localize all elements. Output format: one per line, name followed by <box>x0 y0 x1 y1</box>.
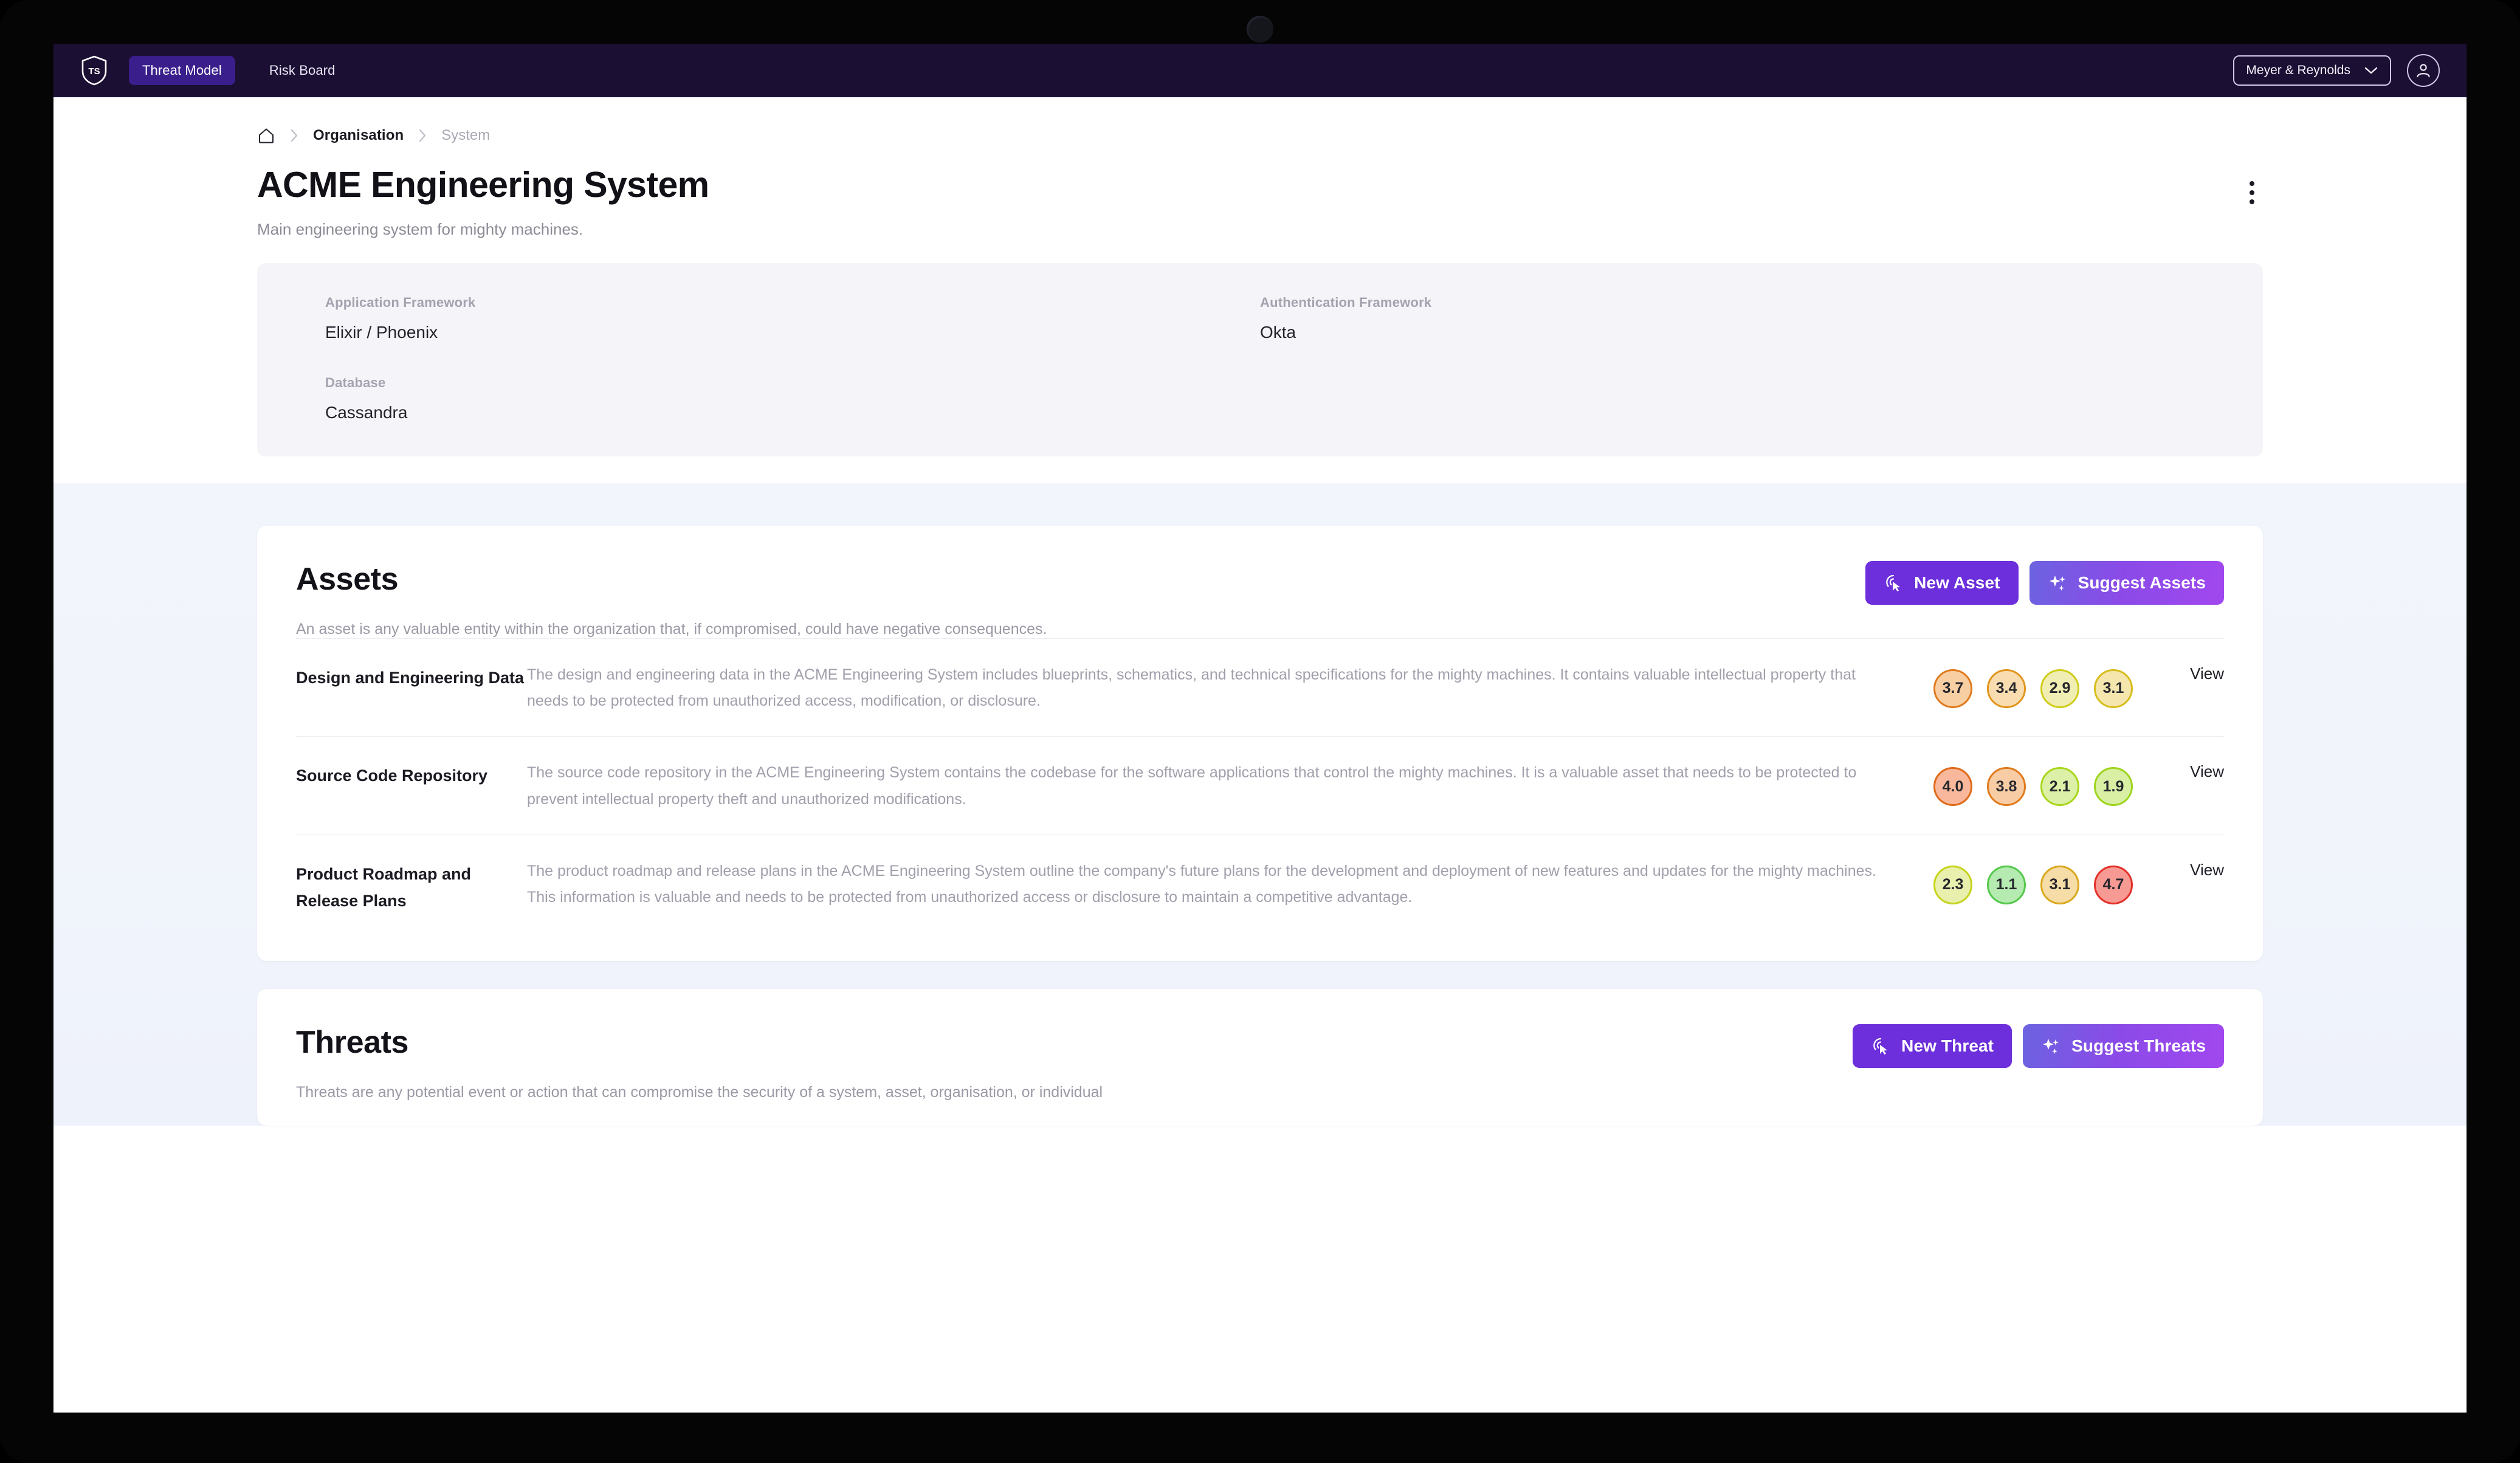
home-icon[interactable] <box>257 126 275 145</box>
breadcrumb-item-system[interactable]: System <box>441 127 490 144</box>
page-subtitle: Main engineering system for mighty machi… <box>257 219 584 238</box>
click-cursor-icon <box>1873 1038 1888 1055</box>
org-switcher-label: Meyer & Reynolds <box>2246 63 2350 77</box>
suggest-threats-button[interactable]: Suggest Threats <box>2023 1024 2224 1069</box>
asset-name: Product Roadmap and Release Plans <box>296 864 472 911</box>
navbar-right-group: Meyer & Reynolds <box>2233 54 2440 87</box>
status-badge: 3.7 <box>1933 669 1972 708</box>
title-group: ACME Engineering System Main engineering… <box>257 165 709 239</box>
metadata-label: Authentication Framework <box>1260 294 1432 310</box>
more-vertical-icon-dot <box>2250 190 2254 195</box>
title-row: ACME Engineering System Main engineering… <box>257 165 2263 239</box>
asset-score-group: 3.7 3.4 2.9 3.1 <box>1933 662 2133 708</box>
new-threat-label: New Threat <box>1901 1036 1994 1056</box>
chevron-right-icon <box>291 129 298 142</box>
system-metadata-panel: Application Framework Elixir / Phoenix A… <box>257 263 2263 456</box>
view-link[interactable]: View <box>2133 858 2224 880</box>
metadata-value: Okta <box>1260 322 1296 342</box>
asset-score-group: 4.0 3.8 2.1 1.9 <box>1933 760 2133 807</box>
view-link[interactable]: View <box>2133 662 2224 683</box>
sparkles-icon <box>2049 575 2065 591</box>
assets-section-header: Assets New Asset Suggest Assets <box>296 560 2224 605</box>
page-title: ACME Engineering System <box>257 165 709 205</box>
metadata-field-application-framework: Application Framework Elixir / Phoenix <box>325 295 1260 342</box>
top-navbar: TS Threat Model Risk Board Meyer & Reyno… <box>53 44 2467 97</box>
more-vertical-icon-dot <box>2250 181 2254 186</box>
assets-description: An asset is any valuable entity within t… <box>296 620 1047 638</box>
breadcrumb-item-organisation[interactable]: Organisation <box>313 127 404 144</box>
threats-card: Threats New Threat Suggest Threats Threa… <box>257 989 2263 1126</box>
assets-heading-group: Assets <box>296 561 399 597</box>
system-header-block: Organisation System ACME Engineering Sys… <box>53 97 2467 483</box>
app-logo[interactable]: TS <box>80 55 108 86</box>
new-asset-button[interactable]: New Asset <box>1865 560 2019 605</box>
status-badge: 3.1 <box>2094 669 2133 708</box>
status-badge: 2.9 <box>2040 669 2079 708</box>
status-badge: 3.1 <box>2040 865 2079 904</box>
browser-viewport: TS Threat Model Risk Board Meyer & Reyno… <box>53 44 2467 1413</box>
suggest-threats-label: Suggest Threats <box>2071 1036 2206 1056</box>
view-link[interactable]: View <box>2133 760 2224 781</box>
table-row[interactable]: Source Code Repository The source code r… <box>296 736 2224 835</box>
metadata-label: Database <box>325 374 386 390</box>
page-body: Assets New Asset Suggest Assets An asset… <box>53 483 2467 1126</box>
suggest-assets-label: Suggest Assets <box>2078 573 2206 592</box>
more-options-button[interactable] <box>2241 175 2263 210</box>
asset-name: Source Code Repository <box>296 766 488 785</box>
table-row[interactable]: Design and Engineering Data The design a… <box>296 638 2224 737</box>
status-badge: 2.1 <box>2040 767 2079 807</box>
chevron-down-icon <box>2364 67 2378 74</box>
assets-actions: New Asset Suggest Assets <box>1865 560 2224 605</box>
asset-score-group: 2.3 1.1 3.1 4.7 <box>1933 858 2133 904</box>
status-badge: 3.4 <box>1987 669 2026 708</box>
threats-actions: New Threat Suggest Threats <box>1853 1024 2224 1069</box>
shield-icon: TS <box>81 55 107 86</box>
metadata-field-database: Database Cassandra <box>325 375 1260 422</box>
threats-title: Threats <box>296 1025 409 1061</box>
user-avatar-icon <box>2417 64 2430 78</box>
assets-title: Assets <box>296 561 399 597</box>
more-vertical-icon-dot <box>2250 199 2254 204</box>
page-scroll-area[interactable]: Organisation System ACME Engineering Sys… <box>53 97 2467 1413</box>
metadata-field-authentication-framework: Authentication Framework Okta <box>1260 295 2195 342</box>
sparkles-icon <box>2043 1039 2059 1055</box>
new-asset-label: New Asset <box>1914 573 2000 592</box>
metadata-label: Application Framework <box>325 294 476 310</box>
suggest-assets-button[interactable]: Suggest Assets <box>2029 560 2224 605</box>
assets-card: Assets New Asset Suggest Assets An asset… <box>257 525 2263 962</box>
asset-description: The design and engineering data in the A… <box>527 666 1856 710</box>
status-badge: 1.1 <box>1987 865 2026 904</box>
status-badge: 1.9 <box>2094 767 2133 807</box>
org-switcher-dropdown[interactable]: Meyer & Reynolds <box>2233 55 2391 86</box>
click-cursor-icon <box>1886 574 1901 591</box>
chevron-right-icon <box>419 129 426 142</box>
tab-risk-board[interactable]: Risk Board <box>256 56 349 85</box>
threats-section-header: Threats New Threat Suggest Threats <box>296 1024 2224 1069</box>
status-badge: 4.7 <box>2094 865 2133 904</box>
status-badge: 3.8 <box>1987 767 2026 807</box>
user-avatar-button[interactable] <box>2407 54 2440 87</box>
asset-description: The product roadmap and release plans in… <box>527 862 1876 906</box>
tab-threat-model[interactable]: Threat Model <box>129 56 235 85</box>
metadata-value: Cassandra <box>325 402 408 422</box>
status-badge: 2.3 <box>1933 865 1972 904</box>
breadcrumb: Organisation System <box>257 126 2263 145</box>
status-badge: 4.0 <box>1933 767 1972 807</box>
threats-description: Threats are any potential event or actio… <box>296 1084 1103 1101</box>
asset-description: The source code repository in the ACME E… <box>527 764 1857 808</box>
new-threat-button[interactable]: New Threat <box>1853 1024 2012 1069</box>
svg-text:TS: TS <box>88 66 100 77</box>
camera-notch <box>1247 16 1273 43</box>
device-frame: TS Threat Model Risk Board Meyer & Reyno… <box>0 0 2520 1463</box>
threats-heading-group: Threats <box>296 1024 408 1061</box>
table-row[interactable]: Product Roadmap and Release Plans The pr… <box>296 834 2224 937</box>
metadata-value: Elixir / Phoenix <box>325 322 438 342</box>
asset-name: Design and Engineering Data <box>296 668 525 687</box>
navbar-left-group: TS Threat Model Risk Board <box>80 55 348 86</box>
